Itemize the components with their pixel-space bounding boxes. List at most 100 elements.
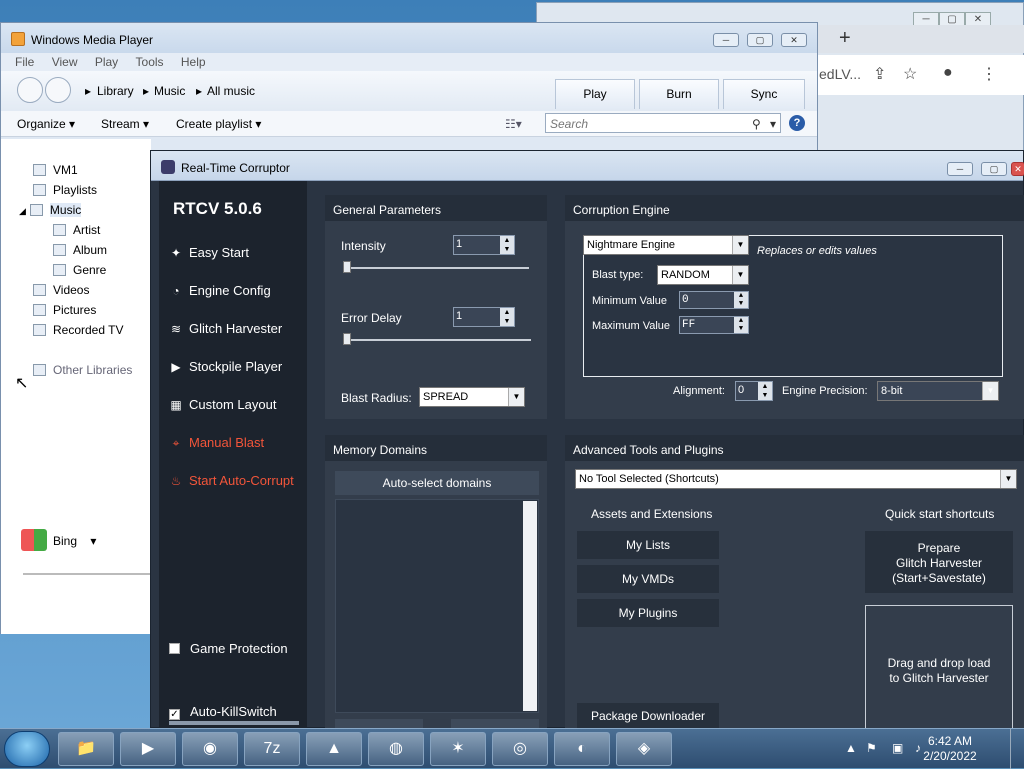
error-delay-slider[interactable] <box>343 333 531 345</box>
show-hidden-icons[interactable]: ▲ <box>845 741 857 755</box>
mouse-cursor-icon: ↖ <box>15 375 29 392</box>
library-item-artist[interactable]: Artist <box>53 223 100 237</box>
wmp-close-button[interactable]: ✕ <box>781 33 807 47</box>
auto-killswitch-checkbox[interactable]: ✓ Auto-KillSwitch <box>169 704 277 720</box>
show-desktop-button[interactable] <box>1010 729 1024 769</box>
organize-menu[interactable]: Organize ▾ <box>17 117 75 131</box>
engine-precision-select[interactable]: 8-bit ▼ <box>877 381 999 401</box>
chevron-right-icon: ▸ <box>143 84 150 98</box>
game-protection-checkbox[interactable]: Game Protection <box>169 641 288 656</box>
wmp-maximize-button[interactable]: ▢ <box>747 33 773 47</box>
rtcv-title: Real-Time Corruptor <box>181 161 290 175</box>
rtcv-close-button[interactable]: ✕ <box>1011 162 1024 176</box>
shield-taskbar-icon[interactable]: ◎ <box>492 732 548 766</box>
volume-icon[interactable]: ♪ <box>915 741 921 755</box>
nav-auto-corrupt[interactable]: ♨ Start Auto-Corrupt <box>169 473 294 488</box>
my-vmds-button[interactable]: My VMDs <box>577 565 719 593</box>
help-icon[interactable]: ? <box>789 115 805 131</box>
library-item-playlists[interactable]: Playlists <box>33 183 97 197</box>
library-pane: VM1 Playlists ◢ Music Artist Album Genre … <box>1 139 151 634</box>
breadcrumb-all-music[interactable]: All music <box>207 84 255 98</box>
menu-play[interactable]: Play <box>95 55 118 69</box>
wmp-search-input[interactable]: Search ⚲ ▾ <box>545 113 781 133</box>
tab-sync[interactable]: Sync <box>723 79 805 109</box>
bing-search-provider[interactable]: Bing ▾ <box>21 529 96 551</box>
chrome-taskbar-icon[interactable]: ◉ <box>182 732 238 766</box>
memory-domains-header: Memory Domains <box>325 435 547 461</box>
7zip-taskbar-icon[interactable]: 7z <box>244 732 300 766</box>
new-tab-icon[interactable]: + <box>839 27 851 50</box>
library-item-videos[interactable]: Videos <box>33 283 89 297</box>
domains-list[interactable] <box>335 499 539 713</box>
clock[interactable]: 6:42 AM 2/20/2022 <box>922 734 978 764</box>
drag-drop-zone[interactable]: Drag and drop load to Glitch Harvester <box>865 605 1013 729</box>
network-app-taskbar-icon[interactable]: ◈ <box>616 732 672 766</box>
tab-burn[interactable]: Burn <box>639 79 719 109</box>
wmp-taskbar-icon[interactable]: ▶ <box>120 732 176 766</box>
nav-stockpile-player[interactable]: ▶ Stockpile Player <box>169 359 282 374</box>
tab-play[interactable]: Play <box>555 79 635 109</box>
nav-glitch-harvester[interactable]: ≋ Glitch Harvester <box>169 321 282 336</box>
share-icon[interactable]: ⇪ <box>873 64 886 84</box>
menu-tools[interactable]: Tools <box>136 55 164 69</box>
nav-manual-blast[interactable]: ⌖ Manual Blast <box>169 435 265 451</box>
speaker-taskbar-icon[interactable]: ◍ <box>368 732 424 766</box>
domains-scrollbar[interactable] <box>523 501 537 711</box>
globe-taskbar-icon[interactable]: ◐ <box>554 732 610 766</box>
wmp-app-icon <box>11 32 25 46</box>
minimum-value-label: Minimum Value <box>592 295 667 307</box>
auto-select-domains-button[interactable]: Auto-select domains <box>335 471 539 495</box>
profile-icon[interactable]: ● <box>943 64 953 82</box>
start-button[interactable] <box>4 731 50 767</box>
menu-file[interactable]: File <box>15 55 34 69</box>
forward-button[interactable] <box>45 77 71 103</box>
menu-help[interactable]: Help <box>181 55 206 69</box>
rtcv-app-icon <box>161 160 175 174</box>
create-playlist-menu[interactable]: Create playlist ▾ <box>176 117 261 131</box>
stream-menu[interactable]: Stream ▾ <box>101 117 149 131</box>
app-taskbar-icon[interactable]: ▲ <box>306 732 362 766</box>
intensity-input[interactable]: 1 ▲ ▼ <box>453 235 515 255</box>
view-options-icon[interactable]: ☷▾ <box>505 117 522 131</box>
maximum-value-input[interactable]: FF ▲ ▼ <box>679 316 749 334</box>
menu-view[interactable]: View <box>52 55 78 69</box>
breadcrumb-library[interactable]: Library <box>97 84 134 98</box>
error-delay-input[interactable]: 1 ▲ ▼ <box>453 307 515 327</box>
flame-icon: ♨ <box>170 474 182 488</box>
network-icon[interactable]: ▣ <box>892 741 903 755</box>
library-item-music[interactable]: ◢ Music <box>19 203 82 217</box>
rtcv-maximize-button[interactable]: ▢ <box>981 162 1007 176</box>
engine-description: Replaces or edits values <box>757 245 877 257</box>
corruption-engine-header: Corruption Engine <box>565 195 1024 221</box>
nav-custom-layout[interactable]: ▦ Custom Layout <box>169 397 276 412</box>
rtcv-minimize-button[interactable]: ─ <box>947 162 973 176</box>
library-item-genre[interactable]: Genre <box>53 263 106 277</box>
rtcv-taskbar-icon[interactable]: ✶ <box>430 732 486 766</box>
action-center-icon[interactable]: ⚑ <box>866 741 877 755</box>
library-item-other-libraries[interactable]: Other Libraries <box>33 363 132 377</box>
breadcrumb-music[interactable]: Music <box>154 84 185 98</box>
library-item-album[interactable]: Album <box>53 243 107 257</box>
library-item-pictures[interactable]: Pictures <box>33 303 96 317</box>
library-item-recorded-tv[interactable]: Recorded TV <box>33 323 123 337</box>
blast-radius-select[interactable]: SPREAD ▼ <box>419 387 525 407</box>
library-item-vm1[interactable]: VM1 <box>33 163 78 177</box>
bookmark-star-icon[interactable]: ☆ <box>903 64 917 84</box>
engine-select[interactable]: Nightmare Engine ▼ <box>583 235 749 255</box>
tool-select[interactable]: No Tool Selected (Shortcuts) ▼ <box>575 469 1017 489</box>
blast-type-select[interactable]: RANDOM ▼ <box>657 265 749 285</box>
my-plugins-button[interactable]: My Plugins <box>577 599 719 627</box>
address-bar-text[interactable]: edLV... <box>819 66 861 82</box>
package-downloader-button[interactable]: Package Downloader <box>577 703 719 729</box>
menu-icon[interactable]: ⋮ <box>981 64 997 84</box>
my-lists-button[interactable]: My Lists <box>577 531 719 559</box>
back-button[interactable] <box>17 77 43 103</box>
nav-engine-config[interactable]: ◔ Engine Config <box>169 283 270 298</box>
explorer-taskbar-icon[interactable]: 📁 <box>58 732 114 766</box>
minimum-value-input[interactable]: 0 ▲ ▼ <box>679 291 749 309</box>
nav-easy-start[interactable]: ✦ Easy Start <box>169 245 249 260</box>
wmp-minimize-button[interactable]: ─ <box>713 33 739 47</box>
intensity-slider[interactable] <box>343 261 529 273</box>
prepare-glitch-harvester-button[interactable]: Prepare Glitch Harvester (Start+Savestat… <box>865 531 1013 593</box>
alignment-input[interactable]: 0 ▲ ▼ <box>735 381 773 401</box>
